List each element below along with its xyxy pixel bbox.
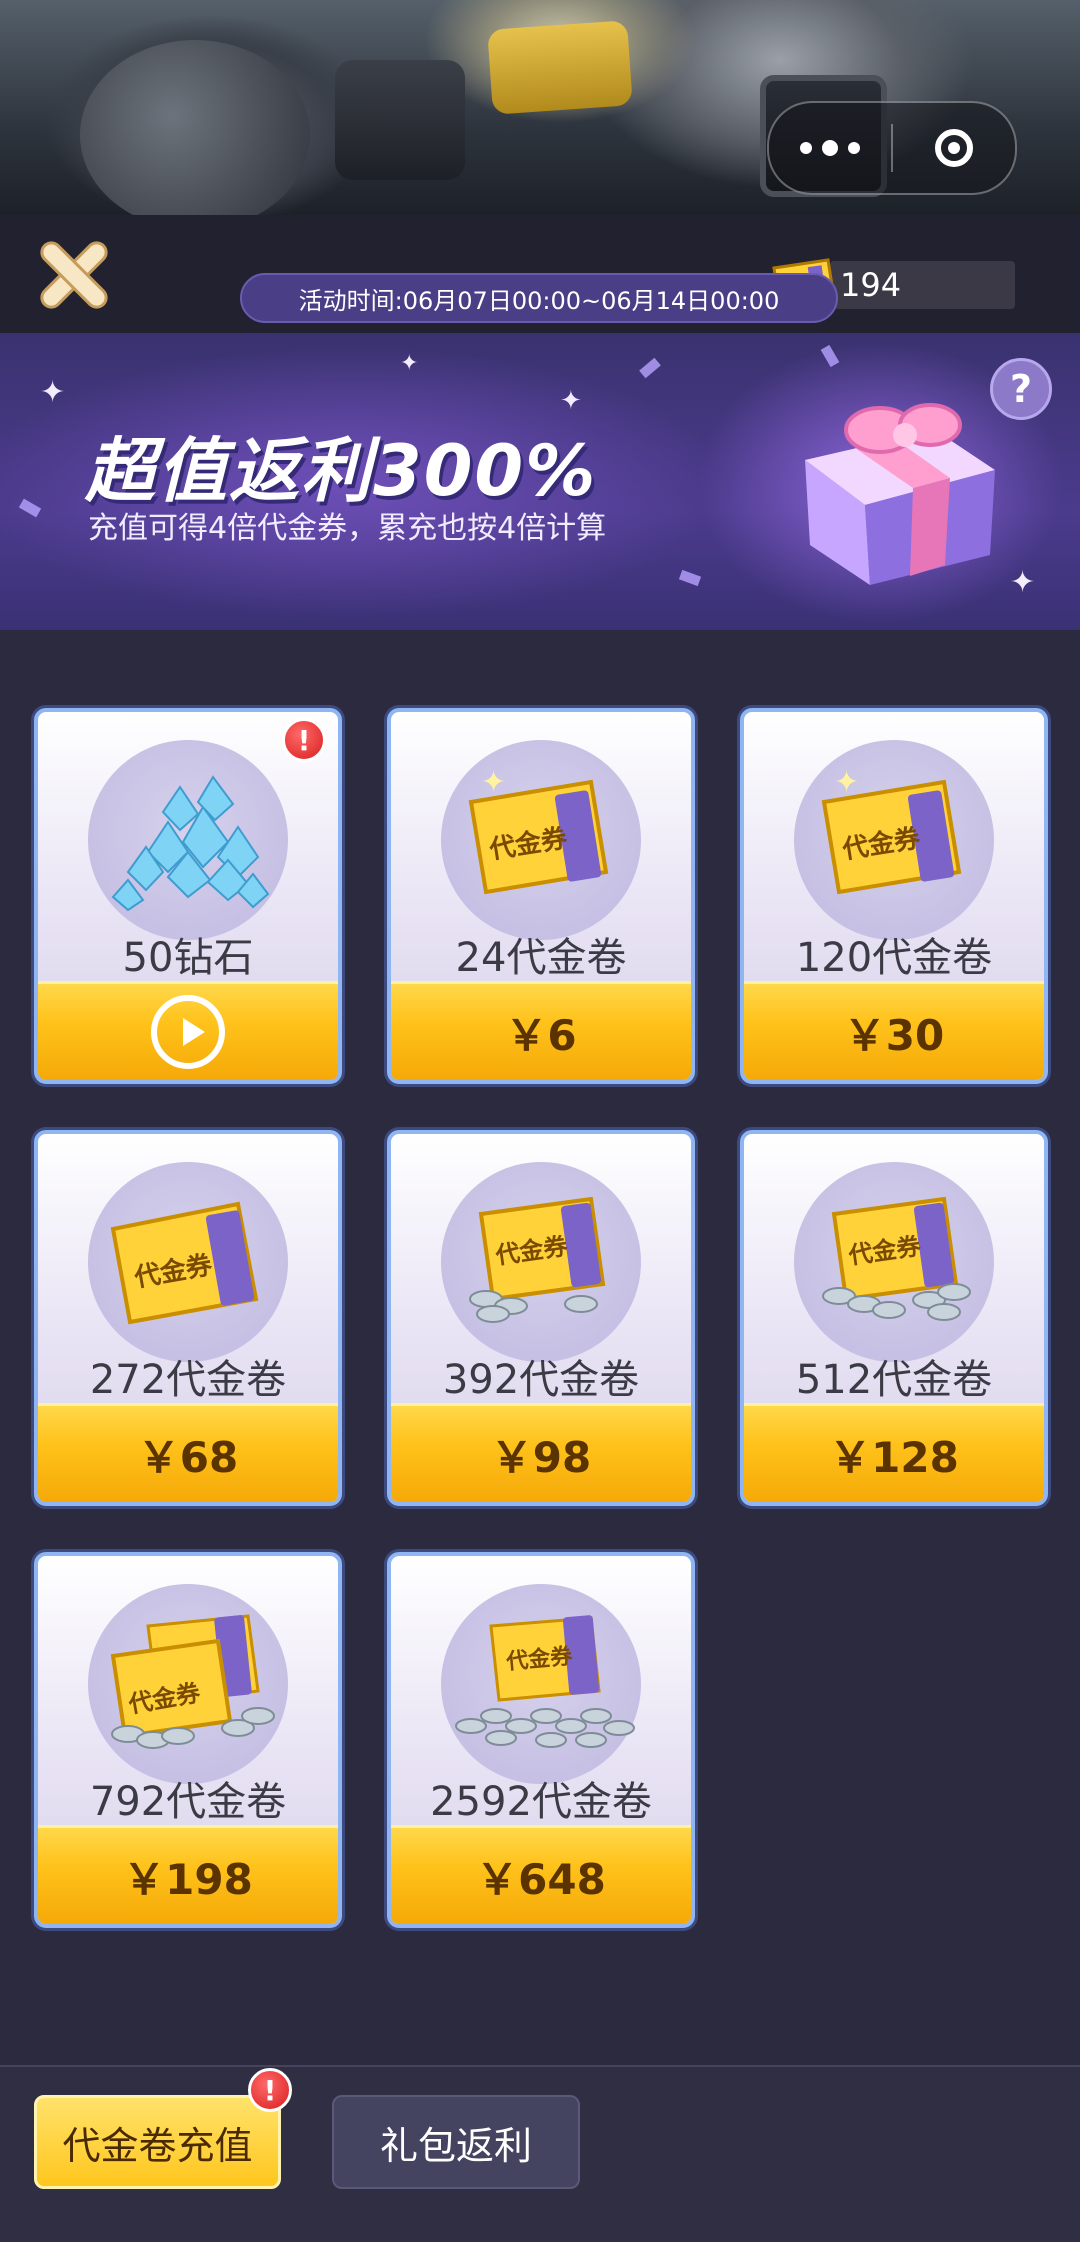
scene-gold-crate [487,20,633,115]
coupon-with-coins-icon: 代金券 [822,1196,971,1321]
item-label: 24代金卷 [455,935,627,981]
recharge-card-392[interactable]: 代金券 392代金卷 ￥98 [387,1130,695,1506]
confetti-piece [820,344,840,368]
watch-ad-button[interactable] [38,981,338,1080]
sparkle-icon: ✦ [481,765,506,800]
miniprogram-capsule [767,101,1017,195]
sparkle-icon: ✦ [834,765,859,800]
item-label: 120代金卷 [795,935,993,981]
coupons-with-many-coins-icon: 代金券 [455,1615,635,1748]
balance-value: 194 [840,266,902,304]
coupon-icon: 代金券 ✦ [821,765,962,895]
alert-icon: ! [248,2068,292,2112]
item-label: 50钻石 [122,935,254,981]
recharge-card-24[interactable]: 代金券 ✦ 24代金卷 ￥6 [387,708,695,1084]
coupon-icon: 代金券 [110,1201,259,1325]
dot-icon [800,142,812,154]
confetti-piece [678,569,702,587]
more-options-button[interactable] [769,103,891,193]
buy-button[interactable]: ￥98 [391,1403,691,1502]
buy-button[interactable]: ￥198 [38,1825,338,1924]
coupon-with-coins-icon: 代金券 [469,1196,606,1323]
tab-gift-rebate[interactable]: 礼包返利 [332,2095,580,2189]
diamond-pile-icon [111,775,270,912]
item-label: 2592代金卷 [430,1779,652,1825]
buy-button[interactable]: ￥30 [744,981,1044,1080]
tab-coupon-recharge[interactable]: 代金卷充值 [34,2095,281,2189]
target-icon [935,129,973,167]
sparkle-icon: ✦ [40,375,66,410]
sparkle-icon: ✦ [560,386,582,416]
item-label: 392代金卷 [442,1357,640,1403]
buy-button[interactable]: ￥648 [391,1825,691,1924]
item-label: 512代金卷 [795,1357,993,1403]
item-label: 792代金卷 [89,1779,287,1825]
close-icon[interactable] [32,235,112,315]
scene-machine [335,60,465,180]
recharge-card-792[interactable]: 代金券 792代金卷 ￥198 [34,1552,342,1928]
dot-icon [848,142,860,154]
recharge-card-272[interactable]: 代金券 272代金卷 ￥68 [34,1130,342,1506]
confetti-piece [18,498,42,518]
gift-box-icon [805,403,995,585]
recharge-card-512[interactable]: 代金券 512代金卷 ￥128 [740,1130,1048,1506]
coupon-icon: 代金券 ✦ [468,765,609,895]
recharge-card-diamonds[interactable]: 50钻石 [34,708,342,1084]
sparkle-icon: ✦ [400,351,419,376]
buy-button[interactable]: ￥128 [744,1403,1044,1502]
dot-icon [822,140,838,156]
banner-title: 超值返利300% [85,430,598,512]
event-period: 活动时间:06月07日00:00~06月14日00:00 [240,273,838,323]
coupons-with-coins-icon: 代金券 [110,1614,275,1749]
recharge-card-120[interactable]: 代金券 ✦ 120代金卷 ￥30 [740,708,1048,1084]
play-icon [151,995,225,1069]
close-miniprogram-button[interactable] [893,129,1015,167]
recharge-card-2592[interactable]: 代金券 2592代金卷 ￥648 [387,1552,695,1928]
confetti-piece [639,357,661,379]
item-label: 272代金卷 [89,1357,287,1403]
alert-icon: ! [282,718,326,762]
buy-button[interactable]: ￥68 [38,1403,338,1502]
banner-subtitle: 充值可得4倍代金券，累充也按4倍计算 [88,511,607,546]
sparkle-icon: ✦ [1010,565,1036,600]
buy-button[interactable]: ￥6 [391,981,691,1080]
scene-boulder [80,40,310,230]
